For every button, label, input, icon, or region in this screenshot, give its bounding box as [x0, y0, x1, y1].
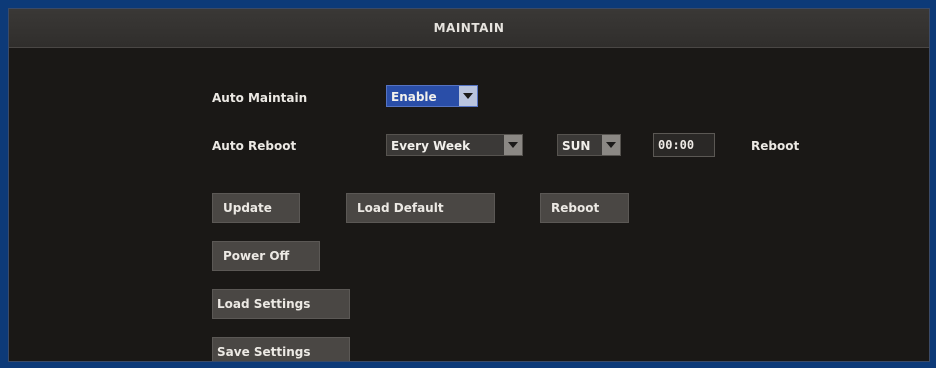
- reboot-frequency-value: Every Week: [391, 139, 471, 153]
- maintain-dialog: MAINTAIN Auto Maintain Enable Auto Reboo…: [8, 8, 930, 362]
- reboot-frequency-dropdown[interactable]: Every Week: [386, 134, 523, 156]
- power-off-button[interactable]: Power Off: [212, 241, 320, 271]
- chevron-down-icon: [602, 135, 620, 155]
- auto-maintain-dropdown[interactable]: Enable: [386, 85, 478, 107]
- chevron-down-icon: [504, 135, 522, 155]
- reboot-button[interactable]: Reboot: [540, 193, 629, 223]
- auto-maintain-label: Auto Maintain: [212, 91, 308, 105]
- title-bar: MAINTAIN: [9, 9, 929, 48]
- reboot-day-value: SUN: [562, 139, 591, 153]
- load-default-button[interactable]: Load Default: [346, 193, 495, 223]
- auto-maintain-value: Enable: [391, 90, 437, 104]
- reboot-time-input[interactable]: 00:00: [653, 133, 715, 157]
- update-button[interactable]: Update: [212, 193, 300, 223]
- save-settings-button[interactable]: Save Settings: [212, 337, 350, 361]
- load-settings-button[interactable]: Load Settings: [212, 289, 350, 319]
- auto-reboot-label: Auto Reboot: [212, 139, 297, 153]
- reboot-suffix-label: Reboot: [751, 139, 800, 153]
- reboot-day-dropdown[interactable]: SUN: [557, 134, 621, 156]
- chevron-down-icon: [459, 86, 477, 106]
- dialog-title: MAINTAIN: [433, 21, 505, 35]
